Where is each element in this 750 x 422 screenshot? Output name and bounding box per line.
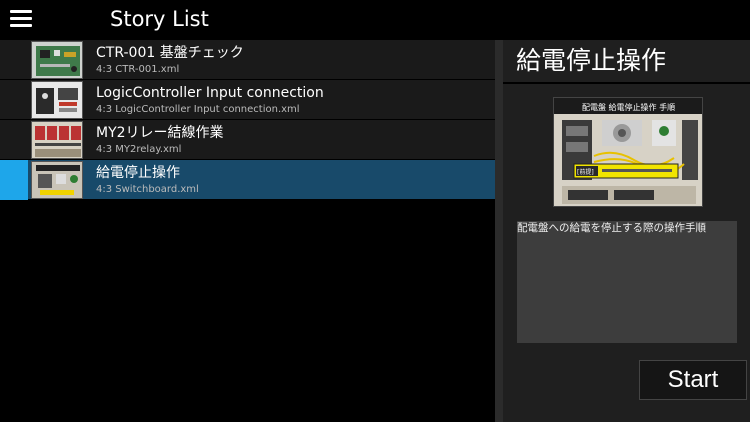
detail-header: 給電停止操作 bbox=[503, 40, 750, 84]
story-preview-image: 配電盤 給電停止操作 手順 [前提] bbox=[553, 97, 703, 207]
description-text: 配電盤への給電を停止する際の操作手順 bbox=[517, 222, 706, 234]
story-list-item[interactable]: MY2リレー結線作業 4:3 MY2relay.xml bbox=[0, 120, 495, 160]
preview-caption: 配電盤 給電停止操作 手順 bbox=[582, 102, 675, 112]
description-box: 配電盤への給電を停止する際の操作手順 bbox=[517, 221, 737, 343]
story-name: LogicController Input connection bbox=[96, 85, 324, 101]
story-list-item-selected[interactable]: 給電停止操作 4:3 Switchboard.xml bbox=[0, 160, 495, 200]
story-list-item[interactable]: CTR-001 基盤チェック 4:3 CTR-001.xml bbox=[0, 40, 495, 80]
top-bar: Story List bbox=[0, 0, 750, 40]
selection-indicator bbox=[0, 40, 28, 80]
story-thumbnail bbox=[31, 81, 83, 119]
story-name: 給電停止操作 bbox=[96, 165, 180, 181]
story-list-item[interactable]: LogicController Input connection 4:3 Log… bbox=[0, 80, 495, 120]
story-detail-panel: 給電停止操作 配電盤 給電停止操作 手順 [前提] 配電盤への給電を停止する際の… bbox=[503, 40, 750, 422]
detail-title: 給電停止操作 bbox=[516, 46, 667, 75]
story-name: MY2リレー結線作業 bbox=[96, 125, 224, 141]
preview-badge: [前提] bbox=[577, 168, 594, 176]
hamburger-menu-icon[interactable] bbox=[10, 9, 32, 29]
selection-indicator bbox=[0, 80, 28, 120]
story-thumbnail bbox=[31, 121, 83, 159]
story-name: CTR-001 基盤チェック bbox=[96, 45, 244, 61]
story-file: 4:3 MY2relay.xml bbox=[96, 144, 182, 155]
list-scrollbar[interactable] bbox=[495, 40, 503, 422]
story-list: CTR-001 基盤チェック 4:3 CTR-001.xml LogicCont… bbox=[0, 40, 495, 422]
page-title: Story List bbox=[110, 7, 209, 31]
story-thumbnail bbox=[31, 41, 83, 79]
story-file: 4:3 LogicController Input connection.xml bbox=[96, 104, 300, 115]
start-button[interactable]: Start bbox=[639, 360, 747, 400]
selection-indicator bbox=[0, 160, 28, 200]
story-file: 4:3 Switchboard.xml bbox=[96, 184, 199, 195]
selection-indicator bbox=[0, 120, 28, 160]
story-file: 4:3 CTR-001.xml bbox=[96, 64, 180, 75]
story-thumbnail bbox=[31, 161, 83, 199]
